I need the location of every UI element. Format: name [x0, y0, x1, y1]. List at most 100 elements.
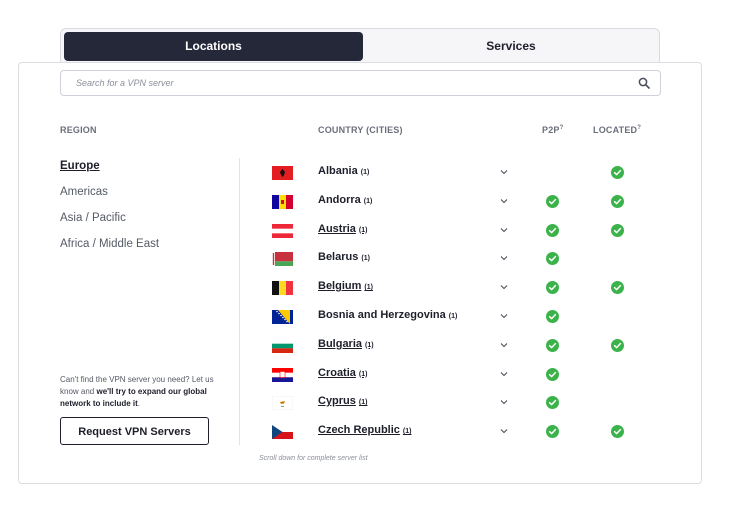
country-name[interactable]: Belarus (1) [318, 251, 370, 263]
country-label: Austria [318, 222, 356, 235]
located-check-icon [611, 281, 624, 295]
country-name[interactable]: Croatia (1) [318, 367, 367, 379]
region-header: REGION [60, 125, 97, 135]
city-count: (1) [363, 197, 373, 205]
city-count: (1) [448, 312, 458, 320]
search-icon[interactable] [638, 77, 650, 89]
bulgaria-flag-icon [272, 338, 293, 353]
tab-locations[interactable]: Locations [64, 32, 363, 61]
chevron-down-icon[interactable] [500, 169, 508, 175]
p2p-check-icon [546, 396, 559, 410]
region-item-europe[interactable]: Europe [60, 158, 159, 184]
country-label: Bulgaria [318, 337, 363, 350]
country-name[interactable]: Cyprus (1) [318, 395, 367, 407]
country-label: Bosnia and Herzegovina [318, 308, 446, 321]
chevron-down-icon[interactable] [500, 255, 508, 261]
locations-panel: REGION COUNTRY (CITIES) P2P? LOCATED? Eu… [18, 62, 702, 484]
p2p-check-icon [546, 252, 559, 266]
country-label: Cyprus [318, 395, 356, 408]
column-divider [239, 158, 240, 445]
located-check-icon [611, 425, 624, 439]
czech-flag-icon [272, 425, 293, 440]
help-text: Can't find the VPN server you need? Let … [60, 374, 220, 410]
country-row[interactable]: Belgium (1) [269, 274, 649, 303]
country-label: Albania [318, 165, 358, 177]
cyprus-flag-icon [272, 396, 293, 411]
chevron-down-icon[interactable] [500, 428, 508, 434]
country-row[interactable]: Czech Republic (1) [269, 418, 649, 447]
chevron-down-icon[interactable] [500, 227, 508, 233]
tab-services[interactable]: Services [365, 32, 657, 61]
scroll-note: Scroll down for complete server list [259, 455, 368, 462]
p2p-help-mark[interactable]: ? [560, 125, 564, 131]
region-list: Europe Americas Asia / Pacific Africa / Mid… [60, 158, 159, 262]
located-check-icon [611, 166, 624, 179]
albania-flag-icon [272, 166, 293, 180]
p2p-check-icon [546, 281, 559, 295]
country-name[interactable]: Bosnia and Herzegovina (1) [318, 309, 457, 321]
located-check-icon [611, 194, 624, 208]
city-count: (1) [365, 341, 374, 349]
country-label: Belgium [318, 280, 362, 293]
country-row[interactable]: Austria (1) [269, 217, 649, 246]
p2p-check-icon [546, 194, 559, 208]
located-check-icon [611, 338, 624, 352]
country-header: COUNTRY (CITIES) [318, 125, 403, 135]
p2p-check-icon [546, 367, 559, 381]
bosnia-flag-icon [272, 309, 293, 324]
city-count: (1) [358, 226, 368, 234]
located-header-label: LOCATED [593, 125, 638, 135]
city-count: (1) [402, 428, 412, 436]
country-name[interactable]: Andorra (1) [318, 194, 372, 206]
city-count: (1) [361, 255, 370, 263]
p2p-header: P2P? [542, 125, 564, 135]
city-count: (1) [358, 370, 368, 378]
region-item-americas[interactable]: Americas [60, 184, 159, 210]
country-row[interactable]: Bulgaria (1) [269, 332, 649, 361]
country-row[interactable]: Cyprus (1) [269, 389, 649, 418]
country-list: Albania (1) Andorra (1) Austria (1) Belarus (1)… [269, 159, 649, 447]
country-name[interactable]: Austria (1) [318, 223, 367, 235]
p2p-check-icon [546, 425, 559, 439]
austria-flag-icon [272, 223, 293, 238]
search-box [60, 70, 661, 96]
search-input[interactable] [61, 71, 636, 95]
city-count: (1) [364, 284, 373, 292]
country-row[interactable]: Bosnia and Herzegovina (1) [269, 303, 649, 332]
city-count: (1) [358, 399, 368, 407]
p2p-header-label: P2P [542, 125, 560, 135]
chevron-down-icon[interactable] [500, 399, 508, 405]
chevron-down-icon[interactable] [500, 371, 508, 377]
belarus-flag-icon [272, 252, 293, 267]
country-row[interactable]: Croatia (1) [269, 361, 649, 390]
p2p-check-icon [546, 309, 559, 323]
country-name[interactable]: Czech Republic (1) [318, 424, 411, 436]
country-row[interactable]: Albania (1) [269, 159, 649, 188]
chevron-down-icon[interactable] [500, 313, 508, 319]
region-item-africa-middle-east[interactable]: Africa / Middle East [60, 236, 159, 262]
country-row[interactable]: Belarus (1) [269, 245, 649, 274]
country-label: Czech Republic [318, 424, 400, 437]
chevron-down-icon[interactable] [500, 284, 508, 290]
p2p-check-icon [546, 223, 559, 237]
request-vpn-servers-button[interactable]: Request VPN Servers [60, 417, 209, 445]
country-name[interactable]: Bulgaria (1) [318, 338, 374, 350]
chevron-down-icon[interactable] [500, 342, 508, 348]
city-count: (1) [360, 169, 370, 176]
country-label: Andorra [318, 193, 361, 206]
country-name[interactable]: Belgium (1) [318, 280, 373, 292]
region-item-asia-pacific[interactable]: Asia / Pacific [60, 210, 159, 236]
p2p-check-icon [546, 338, 559, 352]
located-help-mark[interactable]: ? [637, 125, 641, 131]
tab-bar: Locations Services [60, 28, 660, 63]
andorra-flag-icon [272, 194, 293, 209]
help-text-end: . [137, 399, 141, 408]
croatia-flag-icon [272, 367, 293, 382]
chevron-down-icon[interactable] [500, 198, 508, 204]
belgium-flag-icon [272, 281, 293, 296]
country-name[interactable]: Albania (1) [318, 165, 369, 177]
located-header: LOCATED? [593, 125, 641, 135]
country-label: Croatia [318, 366, 356, 379]
country-row[interactable]: Andorra (1) [269, 188, 649, 217]
country-label: Belarus [318, 251, 359, 264]
